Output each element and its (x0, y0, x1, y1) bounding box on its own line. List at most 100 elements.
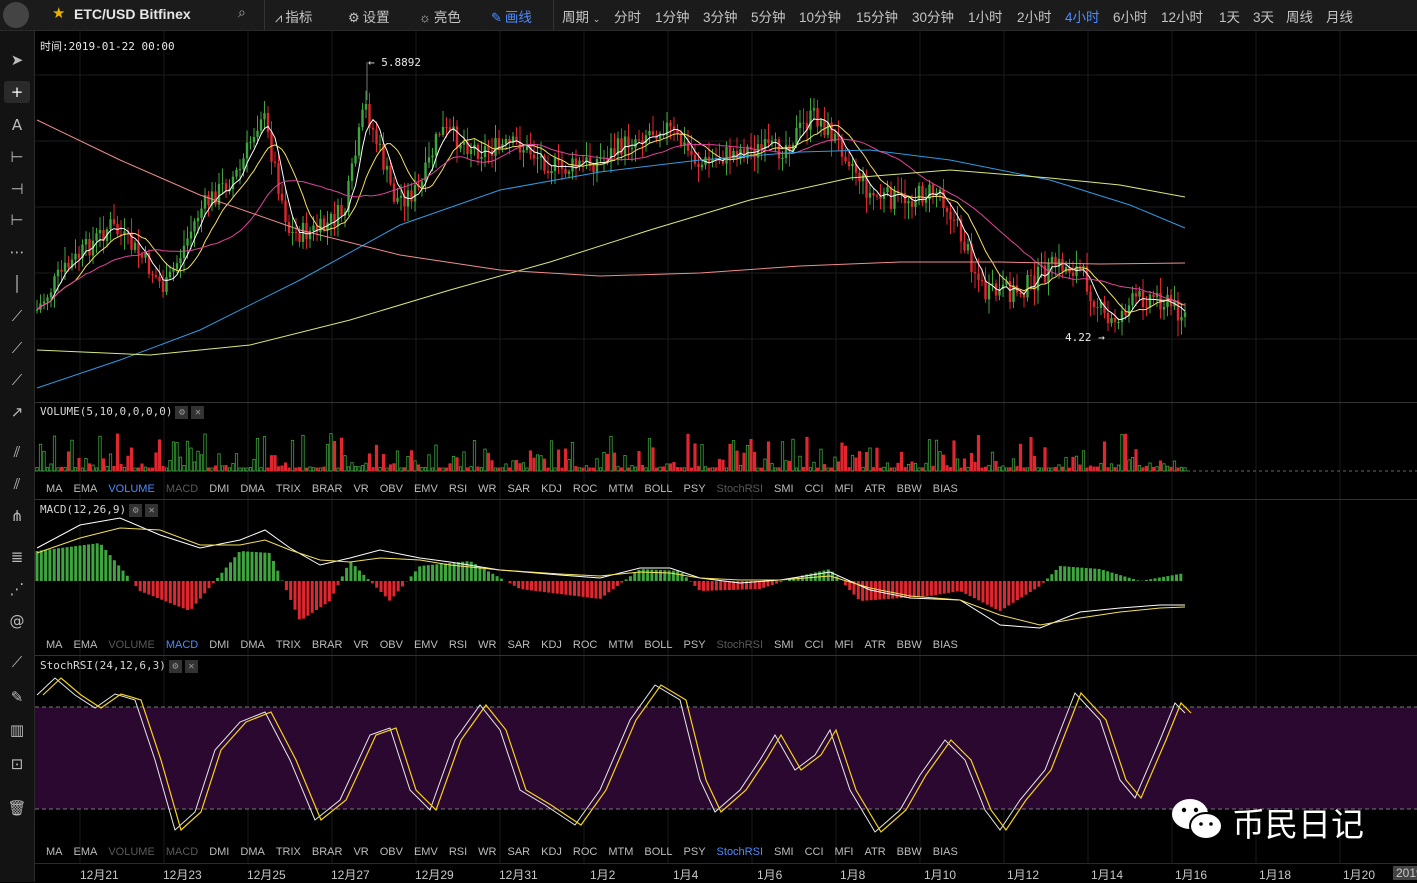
indicator-tab-roc[interactable]: ROC (573, 846, 597, 858)
macd-histogram-bar (676, 571, 679, 581)
indicator-tab-sar[interactable]: SAR (507, 639, 530, 651)
macd-histogram-bar (1106, 571, 1109, 581)
indicator-tab-obv[interactable]: OBV (380, 639, 403, 651)
indicator-tab-stochrsi[interactable]: StochRSI (717, 483, 763, 495)
indicator-tab-macd[interactable]: MACD (166, 483, 198, 495)
indicator-tab-cci[interactable]: CCI (805, 639, 824, 651)
indicator-tab-boll[interactable]: BOLL (644, 639, 672, 651)
indicator-tab-rsi[interactable]: RSI (449, 483, 467, 495)
indicator-tab-bbw[interactable]: BBW (897, 639, 922, 651)
macd-histogram-bar (1012, 581, 1015, 603)
indicator-tab-rsi[interactable]: RSI (449, 639, 467, 651)
indicator-tab-emv[interactable]: EMV (414, 846, 438, 858)
indicator-tab-ma[interactable]: MA (46, 846, 63, 858)
indicator-tab-boll[interactable]: BOLL (644, 846, 672, 858)
indicator-tab-wr[interactable]: WR (478, 639, 496, 651)
volume-bar (183, 465, 185, 471)
volume-bar (1121, 434, 1123, 471)
indicator-tab-vr[interactable]: VR (353, 639, 368, 651)
indicator-tab-ma[interactable]: MA (46, 639, 63, 651)
indicator-tab-vr[interactable]: VR (353, 483, 368, 495)
indicator-tab-rsi[interactable]: RSI (449, 846, 467, 858)
panel-close-icon[interactable]: ✕ (185, 660, 198, 673)
indicator-tab-volume[interactable]: VOLUME (108, 846, 154, 858)
indicator-tab-dma[interactable]: DMA (240, 846, 264, 858)
panel-settings-icon[interactable]: ⚙ (175, 406, 188, 419)
indicator-tab-brar[interactable]: BRAR (312, 846, 343, 858)
indicator-tab-macd[interactable]: MACD (166, 846, 198, 858)
indicator-tab-volume[interactable]: VOLUME (108, 639, 154, 651)
volume-bar (354, 466, 356, 471)
indicator-tab-sar[interactable]: SAR (507, 483, 530, 495)
indicator-tab-mtm[interactable]: MTM (608, 846, 633, 858)
indicator-tab-vr[interactable]: VR (353, 846, 368, 858)
indicator-tab-sar[interactable]: SAR (507, 846, 530, 858)
indicator-tab-smi[interactable]: SMI (774, 639, 794, 651)
indicator-tab-trix[interactable]: TRIX (276, 639, 301, 651)
volume-bar (855, 458, 857, 471)
indicator-tab-ma[interactable]: MA (46, 483, 63, 495)
indicator-tab-bias[interactable]: BIAS (933, 483, 958, 495)
indicator-tab-roc[interactable]: ROC (573, 483, 597, 495)
macd-histogram-bar (560, 581, 563, 594)
indicator-tab-kdj[interactable]: KDJ (541, 639, 562, 651)
indicator-tab-dmi[interactable]: DMI (209, 483, 229, 495)
indicator-tab-mtm[interactable]: MTM (608, 483, 633, 495)
indicator-tab-brar[interactable]: BRAR (312, 639, 343, 651)
indicator-tab-bbw[interactable]: BBW (897, 846, 922, 858)
indicator-tab-emv[interactable]: EMV (414, 483, 438, 495)
indicator-tab-macd[interactable]: MACD (166, 639, 198, 651)
indicator-tab-wr[interactable]: WR (478, 483, 496, 495)
indicator-tab-ema[interactable]: EMA (74, 483, 98, 495)
indicator-tab-kdj[interactable]: KDJ (541, 483, 562, 495)
indicator-tab-cci[interactable]: CCI (805, 846, 824, 858)
indicator-tab-smi[interactable]: SMI (774, 483, 794, 495)
indicator-tab-brar[interactable]: BRAR (312, 483, 343, 495)
indicator-tab-mfi[interactable]: MFI (835, 639, 854, 651)
indicator-tab-trix[interactable]: TRIX (276, 483, 301, 495)
indicator-tab-dmi[interactable]: DMI (209, 846, 229, 858)
indicator-tab-obv[interactable]: OBV (380, 483, 403, 495)
indicator-tab-psy[interactable]: PSY (684, 483, 706, 495)
indicator-tab-cci[interactable]: CCI (805, 483, 824, 495)
chart-canvas[interactable] (0, 0, 1417, 882)
indicator-tab-mfi[interactable]: MFI (835, 483, 854, 495)
candle-body (942, 190, 944, 208)
indicator-tab-kdj[interactable]: KDJ (541, 846, 562, 858)
indicator-tab-stochrsi[interactable]: StochRSI (717, 639, 763, 651)
indicator-tab-boll[interactable]: BOLL (644, 483, 672, 495)
indicator-tab-dma[interactable]: DMA (240, 483, 264, 495)
candle-body (725, 147, 727, 164)
indicator-tab-psy[interactable]: PSY (684, 846, 706, 858)
panel-settings-icon[interactable]: ⚙ (129, 504, 142, 517)
volume-bar (396, 451, 398, 471)
indicator-tab-ema[interactable]: EMA (74, 846, 98, 858)
indicator-tab-roc[interactable]: ROC (573, 639, 597, 651)
indicator-tab-atr[interactable]: ATR (864, 483, 885, 495)
indicator-tab-smi[interactable]: SMI (774, 846, 794, 858)
indicator-tab-obv[interactable]: OBV (380, 846, 403, 858)
indicator-tab-ema[interactable]: EMA (74, 639, 98, 651)
candle-body (183, 246, 185, 258)
indicator-tab-atr[interactable]: ATR (864, 846, 885, 858)
indicator-tab-psy[interactable]: PSY (684, 639, 706, 651)
indicator-tab-dmi[interactable]: DMI (209, 639, 229, 651)
indicator-tab-dma[interactable]: DMA (240, 639, 264, 651)
volume-bar (998, 467, 1000, 471)
macd-histogram-bar (302, 581, 305, 619)
indicator-tab-stochrsi[interactable]: StochRSI (717, 846, 763, 858)
panel-settings-icon[interactable]: ⚙ (169, 660, 182, 673)
indicator-tab-emv[interactable]: EMV (414, 639, 438, 651)
indicator-tab-bbw[interactable]: BBW (897, 483, 922, 495)
indicator-tab-volume[interactable]: VOLUME (108, 483, 154, 495)
indicator-tab-mfi[interactable]: MFI (835, 846, 854, 858)
panel-close-icon[interactable]: ✕ (191, 406, 204, 419)
indicator-tab-bias[interactable]: BIAS (933, 639, 958, 651)
volume-bar (169, 460, 171, 471)
indicator-tab-trix[interactable]: TRIX (276, 846, 301, 858)
indicator-tab-wr[interactable]: WR (478, 846, 496, 858)
indicator-tab-mtm[interactable]: MTM (608, 639, 633, 651)
indicator-tab-atr[interactable]: ATR (864, 639, 885, 651)
panel-close-icon[interactable]: ✕ (145, 504, 158, 517)
indicator-tab-bias[interactable]: BIAS (933, 846, 958, 858)
